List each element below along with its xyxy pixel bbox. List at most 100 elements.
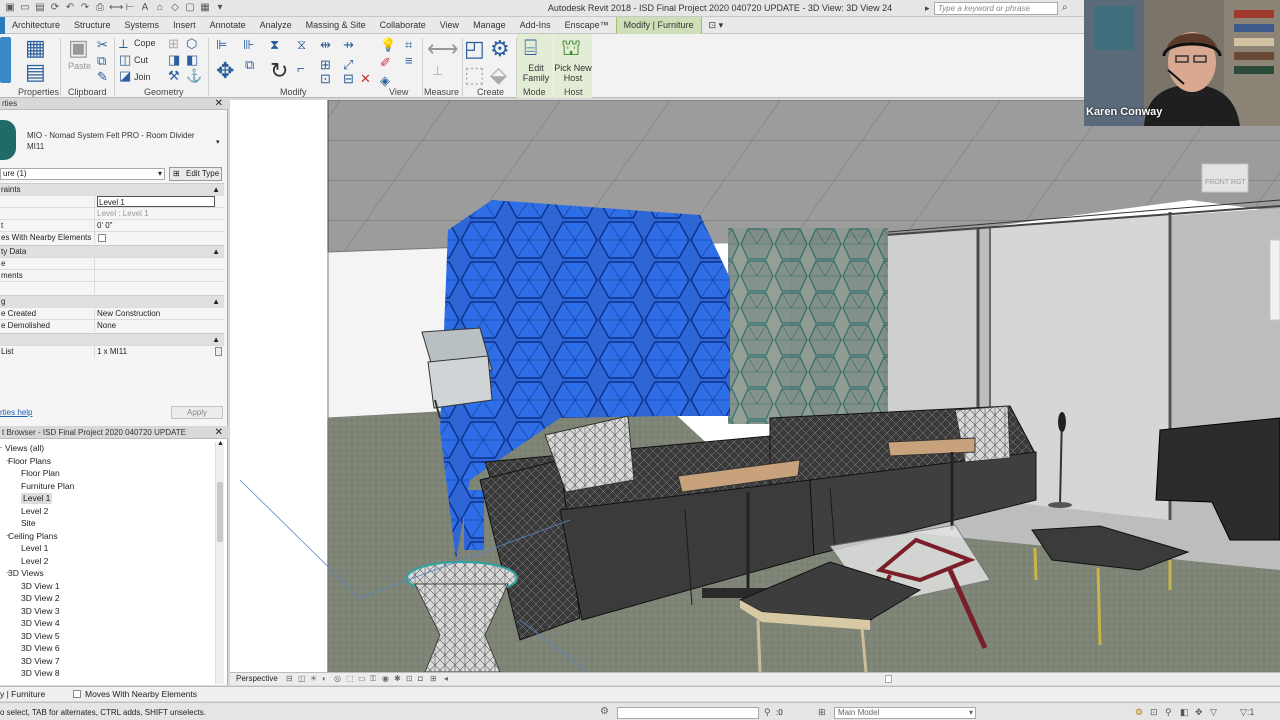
binoculars-icon[interactable]: ⌕ xyxy=(1062,2,1068,13)
browser-item[interactable]: 3D View 8 xyxy=(21,668,60,679)
scroll-thumb[interactable] xyxy=(217,482,223,542)
array-icon[interactable]: ⊞ xyxy=(320,58,331,71)
workset-select[interactable] xyxy=(617,707,759,719)
3d-viewport[interactable]: FRONT RGT xyxy=(230,100,1280,672)
moves-with-nearby-checkbox[interactable] xyxy=(98,234,106,242)
split-gap-icon[interactable]: ⇸ xyxy=(343,38,354,51)
browser-scrollbar[interactable]: ▲ xyxy=(215,440,224,684)
browser-item[interactable]: Level 2 xyxy=(21,556,48,567)
cut-label[interactable]: Cut xyxy=(134,55,148,65)
view-override-icon[interactable]: ≡ xyxy=(405,54,413,67)
cope-label[interactable]: Cope xyxy=(134,38,156,48)
move-icon[interactable]: ✥ xyxy=(216,60,234,82)
trim-icon[interactable]: ⌐ xyxy=(297,62,305,75)
dimension-tool-icon[interactable]: ⊥ xyxy=(432,64,443,77)
tab-massing-site[interactable]: Massing & Site xyxy=(299,17,373,34)
type-properties-icon[interactable]: ▤ xyxy=(25,61,46,83)
split-icon[interactable]: ⇹ xyxy=(320,38,331,51)
browser-item[interactable]: Views (all) xyxy=(5,443,44,454)
paste-icon[interactable]: ▣ xyxy=(68,37,89,59)
tree-collapse-icon[interactable]: − xyxy=(0,445,2,452)
drag-elements-icon[interactable]: ✥ xyxy=(1195,707,1203,718)
browser-item[interactable]: 3D View 6 xyxy=(21,643,60,654)
moves-nearby-checkbox[interactable] xyxy=(73,690,81,698)
tab-manage[interactable]: Manage xyxy=(466,17,513,34)
unlock-3d-icon[interactable]: ⚿ xyxy=(370,674,376,684)
viewcube-label[interactable]: FRONT RGT xyxy=(1205,179,1246,186)
edit-family-label[interactable]: Edit Family xyxy=(521,63,551,83)
browser-item[interactable]: 3D View 4 xyxy=(21,618,60,629)
browser-item[interactable]: 3D View 2 xyxy=(21,593,60,604)
browser-item[interactable]: 3D View 1 xyxy=(21,581,60,592)
level-field[interactable]: Level 1 xyxy=(97,196,215,207)
ribbon-options-icon[interactable]: ⊡ ▾ xyxy=(702,17,731,34)
cut-geometry-icon[interactable]: ◫ xyxy=(119,53,131,66)
show-crop-icon[interactable]: ▭ xyxy=(358,674,366,683)
create-similar-icon[interactable]: ⬙ xyxy=(490,64,507,86)
scale-icon[interactable]: ⤢ xyxy=(343,58,353,71)
copy-icon[interactable]: ⧉ xyxy=(97,54,106,67)
reveal-hidden-icon[interactable]: ✱ xyxy=(394,674,401,683)
detail-level-icon[interactable]: ⊟ xyxy=(286,674,293,683)
render-icon[interactable]: ◎ xyxy=(334,674,341,683)
filter-icon[interactable]: ⚲ xyxy=(764,707,771,718)
group-other[interactable]: ▲ xyxy=(0,333,224,345)
tab-add-ins[interactable]: Add-Ins xyxy=(513,17,558,34)
browser-item[interactable]: Level 2 xyxy=(21,506,48,517)
filter-count-icon[interactable]: ▽:1 xyxy=(1240,707,1254,718)
close-icon[interactable]: ✕ xyxy=(215,427,223,439)
create-parts-icon[interactable]: ◰ xyxy=(464,38,485,60)
create-group-icon[interactable]: ⚙ xyxy=(490,38,510,60)
cope-icon[interactable]: ⟂ xyxy=(119,37,128,50)
browser-item[interactable]: 3D View 5 xyxy=(21,631,60,642)
browser-item[interactable]: Ceiling Plans xyxy=(8,531,58,542)
wall-joins-icon[interactable]: ⊞ xyxy=(168,37,179,50)
group-phasing[interactable]: g ▲ xyxy=(0,295,224,307)
demolish-icon[interactable]: ⚒ xyxy=(168,69,180,82)
worksets-icon[interactable]: ⚙ xyxy=(600,706,609,717)
search-input[interactable]: Type a keyword or phrase xyxy=(934,2,1058,15)
split-face-icon[interactable]: ⬡ xyxy=(186,37,197,50)
browser-item[interactable]: 3D Views xyxy=(8,568,44,579)
visual-style-icon[interactable]: ◫ xyxy=(298,674,306,683)
mirror-draw-icon[interactable]: ⧖ xyxy=(297,38,306,51)
view-style-label[interactable]: Perspective xyxy=(236,674,278,683)
instance-filter-select[interactable]: ure (1) ▾ xyxy=(0,168,165,180)
properties-icon[interactable]: ▦ xyxy=(25,37,46,59)
cut-scissors-icon[interactable]: ✂ xyxy=(97,38,108,51)
collapse-icon[interactable]: ▲ xyxy=(212,296,220,307)
hide-icon[interactable]: 💡 xyxy=(380,38,396,51)
edit-type-button[interactable]: ⊞ Edit Type xyxy=(169,167,222,181)
properties-help-link[interactable]: rties help xyxy=(0,408,32,417)
select-pinned-icon[interactable]: ⚲ xyxy=(1165,707,1172,718)
collapse-icon[interactable]: ▲ xyxy=(212,246,220,257)
mirror-axis-icon[interactable]: ⧗ xyxy=(270,38,279,51)
pick-new-host-label[interactable]: Pick New Host xyxy=(553,63,593,83)
horizontal-scroll-thumb[interactable] xyxy=(885,675,892,683)
tab-modify-furniture[interactable]: Modify | Furniture xyxy=(615,17,702,34)
scroll-up-icon[interactable]: ▲ xyxy=(217,440,224,447)
select-links-icon[interactable]: ⚙ xyxy=(1135,707,1143,718)
sun-path-icon[interactable]: ☀ xyxy=(310,674,317,683)
filter-selection-icon[interactable]: ▽ xyxy=(1210,707,1217,718)
design-option-select[interactable]: Main Model ▾ xyxy=(834,707,976,719)
delete-icon[interactable]: ✕ xyxy=(360,72,371,85)
collapse-icon[interactable]: ▲ xyxy=(212,184,220,195)
design-options-icon[interactable]: ⊞ xyxy=(818,707,826,718)
remove-paint-icon[interactable]: ◧ xyxy=(186,53,198,66)
analysis-icon[interactable]: ⊡ xyxy=(406,674,413,683)
close-icon[interactable]: ✕ xyxy=(215,98,223,110)
tab-insert[interactable]: Insert xyxy=(166,17,203,34)
pick-new-host-icon[interactable]: ⛫ xyxy=(561,37,581,59)
browser-item[interactable]: Level 1 xyxy=(21,493,53,504)
tab-enscape[interactable]: Enscape™ xyxy=(558,17,616,34)
browser-item[interactable]: 3D View 7 xyxy=(21,656,60,667)
pin-icon[interactable]: ⊡ xyxy=(320,72,331,85)
hammer-icon[interactable]: ⚓ xyxy=(186,69,202,82)
join-icon[interactable]: ◪ xyxy=(119,69,131,82)
paint-icon[interactable]: ◨ xyxy=(168,53,180,66)
phase-demolished-field[interactable]: None xyxy=(97,320,215,331)
list-edit-button[interactable] xyxy=(215,347,222,356)
measure-tool-icon[interactable]: ⟷ xyxy=(427,38,459,60)
tab-structure[interactable]: Structure xyxy=(67,17,118,34)
